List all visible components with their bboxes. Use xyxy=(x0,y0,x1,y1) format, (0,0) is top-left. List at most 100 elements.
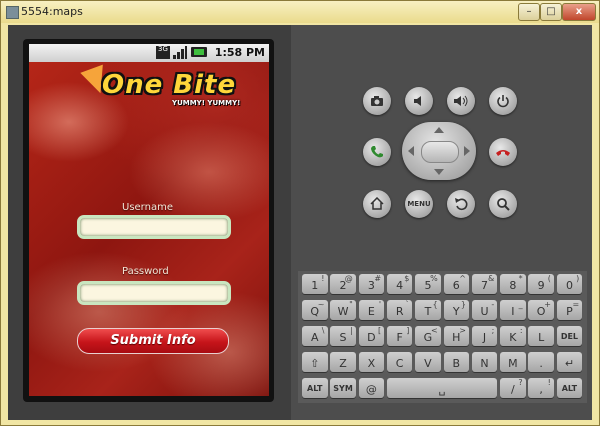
dpad-up-icon[interactable] xyxy=(434,127,444,133)
key-0-5[interactable]: 6 ^ xyxy=(443,274,469,294)
signal-strength-icon xyxy=(173,46,187,59)
key-2-9[interactable]: DEL xyxy=(556,326,583,346)
emulator-app-icon xyxy=(6,6,19,19)
dpad-down-icon[interactable] xyxy=(434,169,444,175)
call-icon[interactable] xyxy=(363,138,391,166)
key-2-2[interactable]: D[ xyxy=(358,326,385,346)
key-4-6[interactable]: ALT xyxy=(556,378,583,398)
maximize-button[interactable]: □ xyxy=(540,3,562,21)
key-alt-label: = xyxy=(572,300,580,309)
menu-button[interactable]: MENU xyxy=(405,190,433,218)
username-input[interactable] xyxy=(77,215,231,239)
key-4-4[interactable]: /? xyxy=(500,378,526,398)
key-1-5[interactable]: Y} xyxy=(443,300,469,320)
volume-down-icon[interactable] xyxy=(405,87,433,115)
password-input[interactable] xyxy=(77,281,231,305)
key-1-4[interactable]: T{ xyxy=(415,300,441,320)
key-1-1[interactable]: W " xyxy=(330,300,356,320)
key-4-5[interactable]: ,! xyxy=(528,378,554,398)
key-3-7[interactable]: M xyxy=(500,352,526,372)
key-0-4[interactable]: 5% xyxy=(415,274,441,294)
key-label: SYM xyxy=(333,384,353,393)
phone-panel: 3G 1:58 PM One Bite YUMMY! YUMMY! Userna… xyxy=(8,25,291,420)
key-3-5[interactable]: B xyxy=(443,352,469,372)
key-3-0[interactable]: ⇧ xyxy=(302,352,328,372)
key-1-0[interactable]: Q ~ xyxy=(302,300,328,320)
key-alt-label: ! xyxy=(547,378,551,387)
key-0-3[interactable]: 4 $ xyxy=(386,274,413,294)
key-alt-label: ^ xyxy=(459,274,466,283)
key-alt-label: : xyxy=(519,326,523,335)
key-2-0[interactable]: A \ xyxy=(302,326,328,346)
key-alt-label: ` xyxy=(405,300,410,309)
key-2-1[interactable]: S | xyxy=(330,326,356,346)
key-0-8[interactable]: 9( xyxy=(528,274,554,294)
key-4-1[interactable]: SYM xyxy=(330,378,356,398)
close-button[interactable]: x xyxy=(562,3,596,21)
key-3-6[interactable]: N xyxy=(471,352,498,372)
key-3-2[interactable]: X xyxy=(358,352,385,372)
key-2-7[interactable]: K: xyxy=(500,326,526,346)
key-0-0[interactable]: 1! xyxy=(302,274,328,294)
key-2-6[interactable]: J; xyxy=(471,326,498,346)
key-alt-label: @ xyxy=(344,274,353,283)
key-label: B xyxy=(452,357,461,370)
key-4-0[interactable]: ALT xyxy=(302,378,328,398)
key-0-2[interactable]: 3 # xyxy=(358,274,385,294)
volume-up-icon[interactable] xyxy=(447,87,475,115)
key-alt-label: ~ xyxy=(317,300,325,309)
key-label: M xyxy=(508,357,518,370)
key-alt-label: ! xyxy=(321,274,325,283)
dpad-center-button[interactable] xyxy=(421,141,459,163)
key-3-1[interactable]: Z xyxy=(330,352,356,372)
one-bite-logo: One Bite YUMMY! YUMMY! xyxy=(80,64,254,112)
end-call-icon[interactable] xyxy=(489,138,517,166)
key-1-6[interactable]: U- xyxy=(471,300,498,320)
dpad[interactable] xyxy=(402,122,476,180)
key-1-7[interactable]: I _ xyxy=(500,300,526,320)
key-alt-label: ' xyxy=(378,300,382,309)
submit-info-button[interactable]: Submit Info xyxy=(77,328,229,354)
emulator-controls: MENU 1! 2 @3 #4 $5% 6 ^ 7 & 8 * 9(0) Q ~ W " E ' R ` T{Y} U - I… xyxy=(291,25,592,420)
minimize-button[interactable]: – xyxy=(518,3,540,21)
title-bar[interactable]: 5554:maps – □ x xyxy=(1,1,599,23)
key-1-3[interactable]: R ` xyxy=(386,300,413,320)
key-1-9[interactable]: P = xyxy=(556,300,583,320)
key-alt-label: - xyxy=(491,300,495,309)
key-label: ␣ xyxy=(438,383,446,396)
key-4-3[interactable]: ␣ xyxy=(386,378,498,398)
key-0-1[interactable]: 2 @ xyxy=(330,274,356,294)
dpad-right-icon[interactable] xyxy=(464,146,470,156)
key-3-9[interactable]: ↵ xyxy=(556,352,583,372)
key-alt-label: * xyxy=(518,274,523,283)
key-0-9[interactable]: 0) xyxy=(556,274,583,294)
key-3-8[interactable]: . xyxy=(528,352,554,372)
key-label: L xyxy=(538,331,545,344)
key-0-6[interactable]: 7 & xyxy=(471,274,498,294)
key-0-7[interactable]: 8 * xyxy=(500,274,526,294)
key-2-4[interactable]: G < xyxy=(415,326,441,346)
key-alt-label: { xyxy=(432,300,438,309)
key-3-4[interactable]: V xyxy=(415,352,441,372)
key-label: ALT xyxy=(561,384,578,393)
search-icon[interactable] xyxy=(489,190,517,218)
camera-icon[interactable] xyxy=(363,87,391,115)
status-time: 1:58 PM xyxy=(214,46,265,59)
dpad-left-icon[interactable] xyxy=(408,146,414,156)
password-label: Password xyxy=(122,266,169,277)
key-alt-label: | xyxy=(350,326,353,335)
back-icon[interactable] xyxy=(447,190,475,218)
key-1-8[interactable]: O + xyxy=(528,300,554,320)
key-2-8[interactable]: L xyxy=(528,326,554,346)
home-icon[interactable] xyxy=(363,190,391,218)
one-bite-app-screen: One Bite YUMMY! YUMMY! Username Password… xyxy=(29,62,269,396)
key-alt-label: ) xyxy=(576,274,580,283)
key-2-5[interactable]: H > xyxy=(443,326,469,346)
key-alt-label: $ xyxy=(404,274,410,283)
key-2-3[interactable]: F] xyxy=(386,326,413,346)
key-1-2[interactable]: E ' xyxy=(358,300,385,320)
logo-subtitle: YUMMY! YUMMY! xyxy=(172,99,241,107)
power-icon[interactable] xyxy=(489,87,517,115)
key-3-3[interactable]: C xyxy=(386,352,413,372)
key-4-2[interactable]: @ xyxy=(358,378,385,398)
